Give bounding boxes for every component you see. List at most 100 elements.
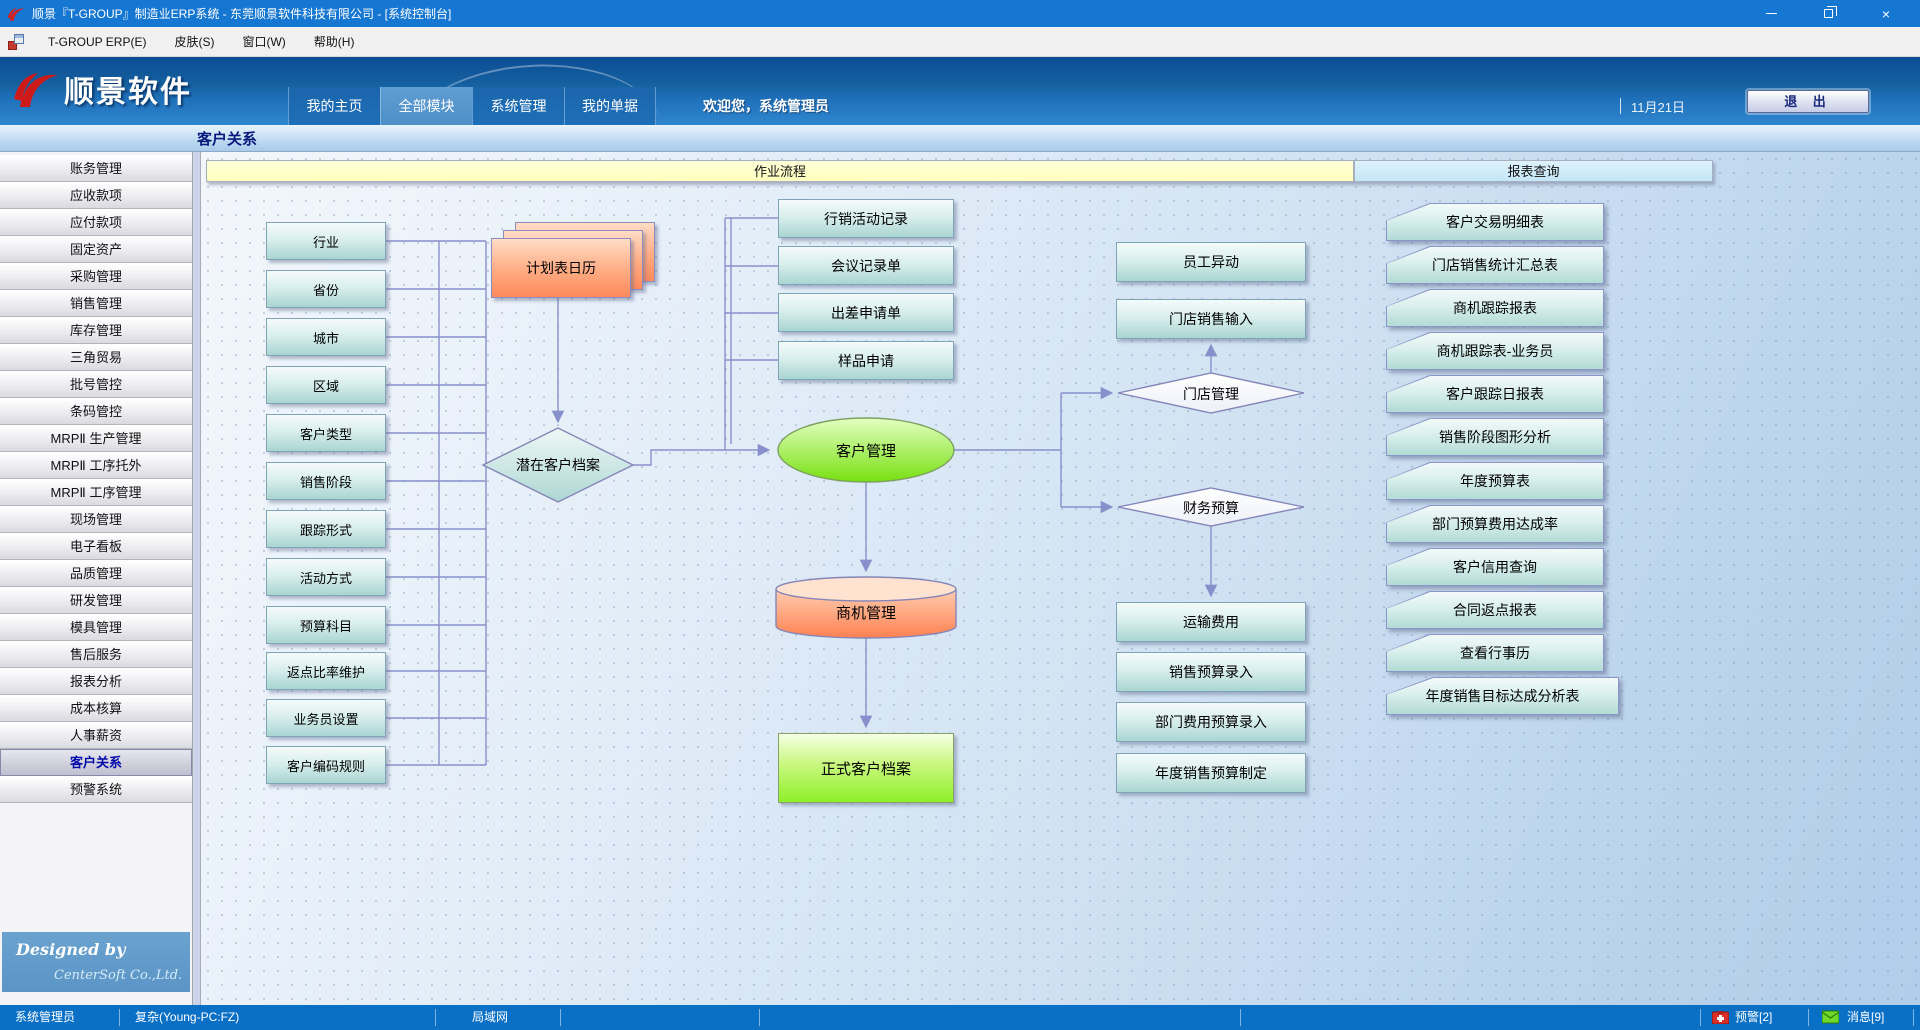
node-sales-budget-entry[interactable]: 销售预算录入 xyxy=(1116,652,1306,692)
node-dept-expense-budget-entry[interactable]: 部门费用预算录入 xyxy=(1116,702,1306,742)
report-view-calendar[interactable]: 查看行事历 xyxy=(1386,634,1604,672)
report-store-sales-summary[interactable]: 门店销售统计汇总表 xyxy=(1386,246,1604,284)
node-annual-sales-budget[interactable]: 年度销售预算制定 xyxy=(1116,753,1306,793)
node-budget-subject[interactable]: 预算科目 xyxy=(266,606,386,644)
tab-my-documents[interactable]: 我的单据 xyxy=(564,87,656,125)
sidebar-item-report-analysis[interactable]: 报表分析 xyxy=(0,668,192,695)
report-sales-stage-graph[interactable]: 销售阶段图形分析 xyxy=(1386,418,1604,456)
status-network: 局域网 xyxy=(472,1005,508,1030)
status-alert[interactable]: 预警[2] xyxy=(1735,1005,1772,1030)
message-icon xyxy=(1822,1010,1839,1024)
main-tabs: 我的主页 全部模块 系统管理 我的单据 xyxy=(288,87,656,125)
application-window: 顺景『T-GROUP』制造业ERP系统 - 东莞顺景软件科技有限公司 - [系统… xyxy=(0,0,1920,1030)
node-transport-cost[interactable]: 运输费用 xyxy=(1116,602,1306,642)
designed-by-panel: Designed by CenterSoft Co.,Ltd. xyxy=(2,932,190,992)
sidebar-item-inventory[interactable]: 库存管理 xyxy=(0,317,192,344)
window-title: 顺景『T-GROUP』制造业ERP系统 - 东莞顺景软件科技有限公司 - [系统… xyxy=(32,5,451,22)
node-meeting-record[interactable]: 会议记录单 xyxy=(778,246,954,285)
brand-logo-icon xyxy=(12,65,60,113)
tab-all-modules[interactable]: 全部模块 xyxy=(380,87,472,125)
sidebar-item-costing[interactable]: 成本核算 xyxy=(0,695,192,722)
node-sales-stage[interactable]: 销售阶段 xyxy=(266,462,386,500)
close-icon: × xyxy=(1882,6,1890,22)
node-customer-code-rule[interactable]: 客户编码规则 xyxy=(266,746,386,784)
sidebar-item-payables[interactable]: 应付款项 xyxy=(0,209,192,236)
sidebar-item-purchasing[interactable]: 采购管理 xyxy=(0,263,192,290)
report-annual-budget[interactable]: 年度预算表 xyxy=(1386,462,1604,500)
sidebar-item-mrp2-production[interactable]: MRPⅡ 生产管理 xyxy=(0,425,192,452)
title-bar: 顺景『T-GROUP』制造业ERP系统 - 东莞顺景软件科技有限公司 - [系统… xyxy=(0,0,1920,27)
date-separator xyxy=(1620,98,1621,114)
node-city[interactable]: 城市 xyxy=(266,318,386,356)
node-customer-type[interactable]: 客户类型 xyxy=(266,414,386,452)
sidebar-item-barcode-control[interactable]: 条码管控 xyxy=(0,398,192,425)
report-contract-rebate[interactable]: 合同返点报表 xyxy=(1386,591,1604,629)
flow-connectors xyxy=(201,152,1920,1005)
sidebar-item-e-kanban[interactable]: 电子看板 xyxy=(0,533,192,560)
node-activity-mode[interactable]: 活动方式 xyxy=(266,558,386,596)
menu-help[interactable]: 帮助(H) xyxy=(300,27,369,57)
menu-tgroup-erp[interactable]: T-GROUP ERP(E) xyxy=(34,27,160,57)
report-annual-sales-target-analysis[interactable]: 年度销售目标达成分析表 xyxy=(1386,677,1619,715)
report-opportunity-tracking-salesman[interactable]: 商机跟踪表-业务员 xyxy=(1386,332,1604,370)
node-region[interactable]: 区域 xyxy=(266,366,386,404)
node-sample-request[interactable]: 样品申请 xyxy=(778,341,954,380)
welcome-text: 欢迎您，系统管理员 xyxy=(703,87,829,125)
sidebar-item-hr-payroll[interactable]: 人事薪资 xyxy=(0,722,192,749)
finance-budget-diamond-shape xyxy=(1118,488,1304,526)
sidebar-item-accounting[interactable]: 账务管理 xyxy=(0,155,192,182)
sidebar-item-receivables[interactable]: 应收款项 xyxy=(0,182,192,209)
report-customer-tracking-daily[interactable]: 客户跟踪日报表 xyxy=(1386,375,1604,413)
sidebar-item-shopfloor[interactable]: 现场管理 xyxy=(0,506,192,533)
menu-skin[interactable]: 皮肤(S) xyxy=(160,27,228,57)
mdi-child-icon xyxy=(8,34,24,50)
sidebar-item-mrp2-process[interactable]: MRPⅡ 工序管理 xyxy=(0,479,192,506)
report-customer-transaction-detail[interactable]: 客户交易明细表 xyxy=(1386,203,1604,241)
node-province[interactable]: 省份 xyxy=(266,270,386,308)
tab-system-admin[interactable]: 系统管理 xyxy=(472,87,564,125)
node-rebate-rate[interactable]: 返点比率维护 xyxy=(266,652,386,690)
sidebar-item-customer-relations[interactable]: 客户关系 xyxy=(0,749,192,776)
close-button[interactable]: × xyxy=(1863,0,1909,27)
node-tracking-mode[interactable]: 跟踪形式 xyxy=(266,510,386,548)
sidebar-item-batch-control[interactable]: 批号管控 xyxy=(0,371,192,398)
sidebar-item-triangle-trade[interactable]: 三角贸易 xyxy=(0,344,192,371)
menu-window[interactable]: 窗口(W) xyxy=(228,27,299,57)
status-bar: 系统管理员 复杂(Young-PC:FZ) 局域网 预警[2] 消息[9] xyxy=(0,1005,1920,1030)
report-opportunity-tracking[interactable]: 商机跟踪报表 xyxy=(1386,289,1604,327)
tab-my-home[interactable]: 我的主页 xyxy=(288,87,380,125)
sidebar-item-mrp2-outsourcing[interactable]: MRPⅡ 工序托外 xyxy=(0,452,192,479)
node-plan-calendar[interactable]: 计划表日历 xyxy=(491,238,631,298)
node-staff-change[interactable]: 员工异动 xyxy=(1116,242,1306,282)
alert-icon xyxy=(1712,1010,1729,1024)
report-customer-credit-query[interactable]: 客户信用查询 xyxy=(1386,548,1604,586)
exit-button[interactable]: 退 出 xyxy=(1747,90,1869,113)
sidebar-item-mold[interactable]: 模具管理 xyxy=(0,614,192,641)
node-business-trip-request[interactable]: 出差申请单 xyxy=(778,293,954,332)
node-marketing-activity-record[interactable]: 行销活动记录 xyxy=(778,199,954,238)
menu-bar: T-GROUP ERP(E) 皮肤(S) 窗口(W) 帮助(H) × xyxy=(0,27,1920,57)
sidebar-item-alert-system[interactable]: 预警系统 xyxy=(0,776,192,803)
sidebar-splitter[interactable] xyxy=(193,152,201,1005)
node-formal-customer-archive[interactable]: 正式客户档案 xyxy=(778,733,954,803)
node-salesman-setup[interactable]: 业务员设置 xyxy=(266,699,386,737)
node-industry[interactable]: 行业 xyxy=(266,222,386,260)
sidebar-item-fixed-assets[interactable]: 固定资产 xyxy=(0,236,192,263)
current-date: 11月21日 xyxy=(1631,97,1685,116)
restore-button[interactable] xyxy=(1805,0,1851,27)
designer-company-text: CenterSoft Co.,Ltd. xyxy=(54,968,182,983)
module-sidebar: 账务管理 应收款项 应付款项 固定资产 采购管理 销售管理 库存管理 三角贸易 … xyxy=(0,152,193,1005)
sidebar-item-after-sales[interactable]: 售后服务 xyxy=(0,641,192,668)
opportunity-cylinder-top xyxy=(776,577,956,601)
designed-by-text: Designed by xyxy=(16,940,125,959)
node-store-sales-input[interactable]: 门店销售输入 xyxy=(1116,299,1306,339)
date-display: 11月21日 xyxy=(1620,87,1685,125)
sidebar-item-sales[interactable]: 销售管理 xyxy=(0,290,192,317)
store-mgmt-diamond-shape xyxy=(1118,373,1304,413)
report-dept-budget-achievement[interactable]: 部门预算费用达成率 xyxy=(1386,505,1604,543)
sidebar-item-rnd[interactable]: 研发管理 xyxy=(0,587,192,614)
process-flow-banner: 作业流程 xyxy=(206,160,1354,182)
minimize-button[interactable] xyxy=(1748,0,1794,27)
sidebar-item-quality[interactable]: 品质管理 xyxy=(0,560,192,587)
status-message[interactable]: 消息[9] xyxy=(1847,1005,1884,1030)
